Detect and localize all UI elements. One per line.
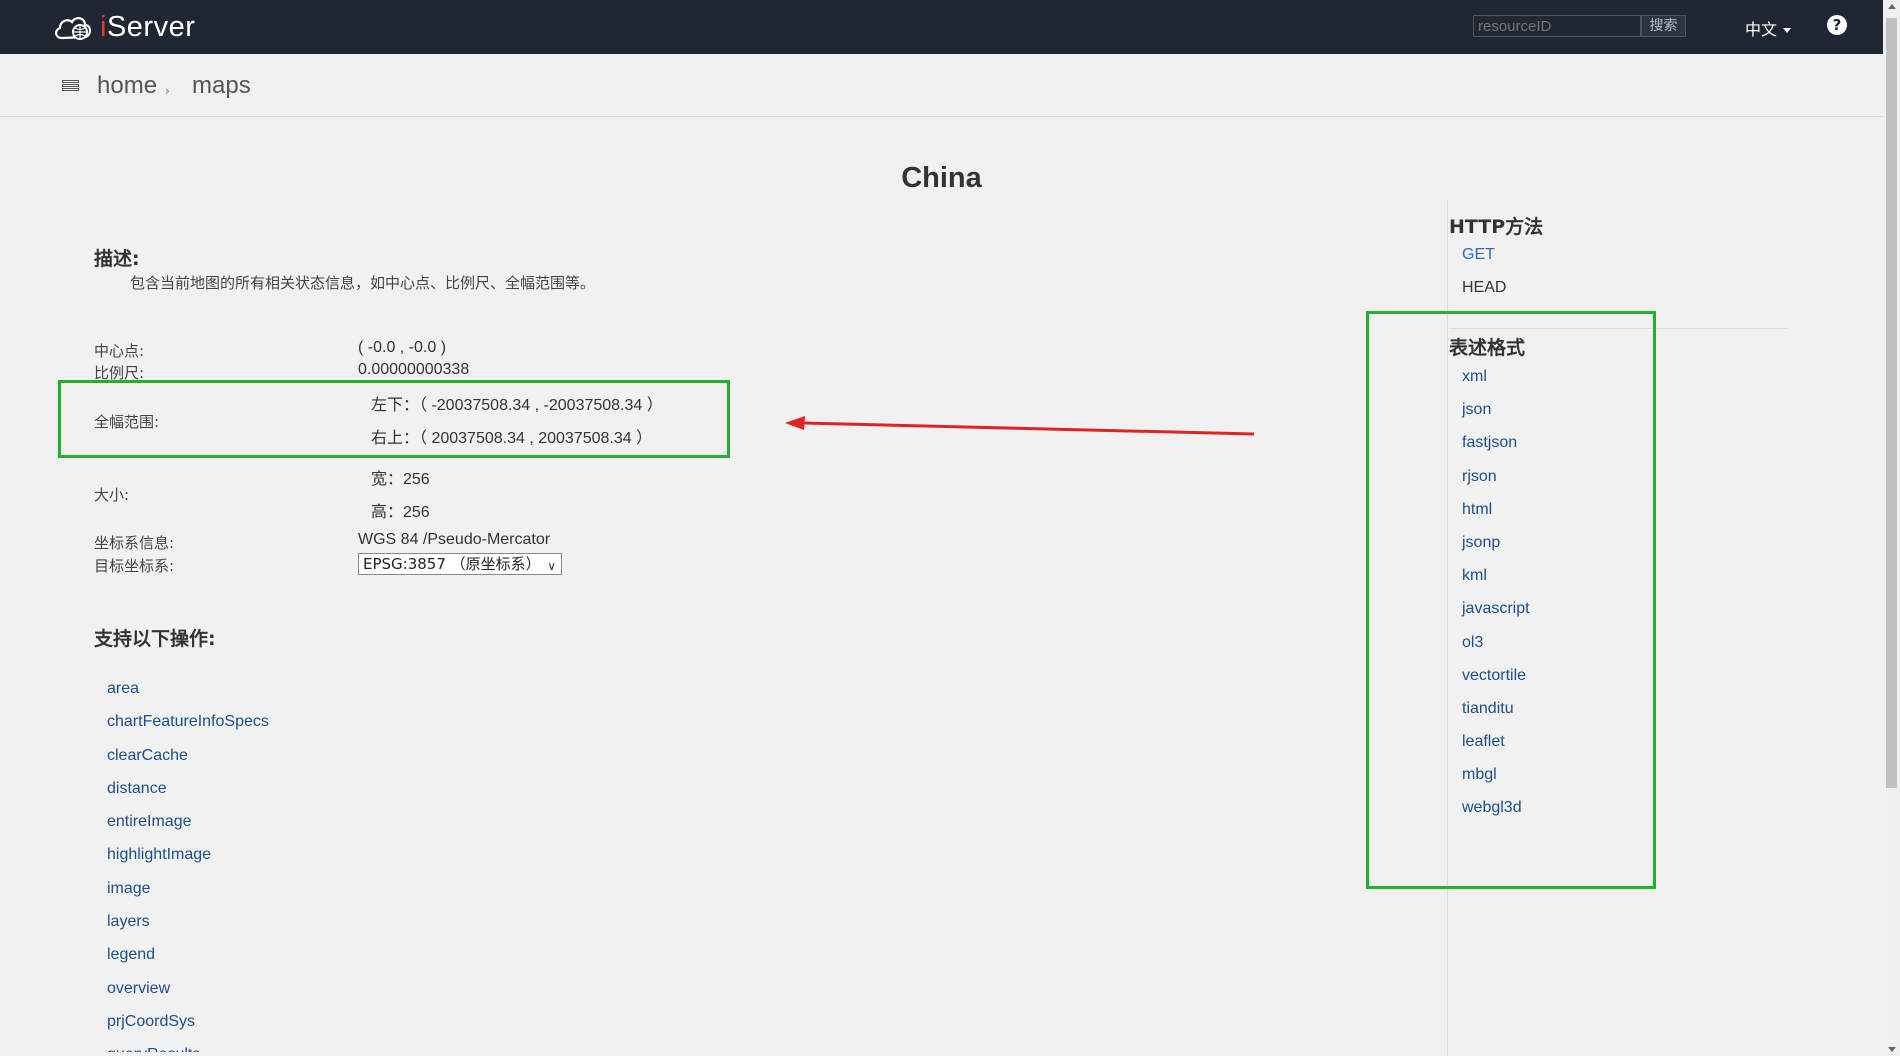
- breadcrumb-current: maps: [192, 72, 251, 99]
- language-dropdown[interactable]: 中文: [1745, 16, 1792, 40]
- width-value: 宽：256: [371, 471, 430, 488]
- help-icon[interactable]: ?: [1827, 15, 1847, 35]
- operation-link[interactable]: clearCache: [107, 745, 269, 778]
- search-button[interactable]: 搜索: [1641, 15, 1686, 37]
- chevron-down-icon: ∨: [547, 559, 556, 573]
- logo-text: iServer: [100, 11, 195, 44]
- top-navbar: iServer 搜索 中文 ?: [0, 0, 1883, 54]
- breadcrumb-home-link[interactable]: home: [97, 72, 157, 100]
- height-value: 高：256: [371, 504, 430, 521]
- caret-down-icon: [1783, 28, 1792, 33]
- operation-link[interactable]: queryResults: [107, 1044, 269, 1052]
- page-title: China: [901, 162, 982, 194]
- scale-value: 0.00000000338: [358, 361, 470, 378]
- language-label: 中文: [1745, 20, 1778, 39]
- size-label: 大小:: [94, 486, 130, 504]
- center-label: 中心点:: [94, 342, 145, 360]
- highlight-box-bounds: [58, 380, 730, 458]
- cloud-globe-icon: [55, 17, 92, 40]
- list-icon: [62, 80, 79, 93]
- breadcrumb: home › maps: [0, 54, 1883, 117]
- scrollbar-thumb[interactable]: [1886, 18, 1897, 788]
- iserver-logo[interactable]: iServer: [52, 9, 195, 45]
- operation-link[interactable]: layers: [107, 911, 269, 944]
- operation-link[interactable]: legend: [107, 944, 269, 977]
- breadcrumb-separator: ›: [165, 84, 170, 98]
- method-get-link[interactable]: GET: [1462, 246, 1495, 264]
- operation-link[interactable]: image: [107, 878, 269, 911]
- description-text: 包含当前地图的所有相关状态信息，如中心点、比例尺、全幅范围等。: [130, 274, 596, 292]
- vertical-scrollbar[interactable]: [1883, 0, 1900, 1056]
- crs-label: 坐标系信息:: [94, 534, 175, 552]
- highlight-box-formats: [1366, 311, 1656, 889]
- method-head: HEAD: [1462, 279, 1507, 296]
- operation-link[interactable]: highlightImage: [107, 844, 269, 877]
- operations-heading: 支持以下操作:: [94, 628, 216, 650]
- operation-link[interactable]: entireImage: [107, 811, 269, 844]
- target-crs-label: 目标坐标系:: [94, 557, 175, 575]
- crs-value: WGS 84 /Pseudo-Mercator: [358, 531, 551, 548]
- logo-prefix: i: [100, 10, 107, 43]
- red-arrow-annotation: [785, 416, 1255, 436]
- operations-list: area chartFeatureInfoSpecs clearCache di…: [107, 678, 269, 1052]
- logo-suffix: Server: [106, 10, 196, 43]
- operation-link[interactable]: distance: [107, 778, 269, 811]
- target-crs-selected: EPSG:3857 （原坐标系）: [363, 555, 541, 573]
- operation-link[interactable]: overview: [107, 978, 269, 1011]
- operation-link[interactable]: area: [107, 678, 269, 711]
- scroll-down-arrow-icon[interactable]: [1888, 1047, 1896, 1052]
- scroll-up-arrow-icon[interactable]: [1888, 4, 1896, 9]
- resource-id-search-input[interactable]: [1473, 15, 1641, 37]
- operation-link[interactable]: chartFeatureInfoSpecs: [107, 711, 269, 744]
- description-heading: 描述:: [94, 248, 140, 270]
- target-crs-select[interactable]: EPSG:3857 （原坐标系） ∨: [358, 553, 562, 575]
- http-methods-heading: HTTP方法: [1449, 216, 1544, 238]
- operation-link[interactable]: prjCoordSys: [107, 1011, 269, 1044]
- center-value: ( -0.0 , -0.0 ): [358, 339, 447, 356]
